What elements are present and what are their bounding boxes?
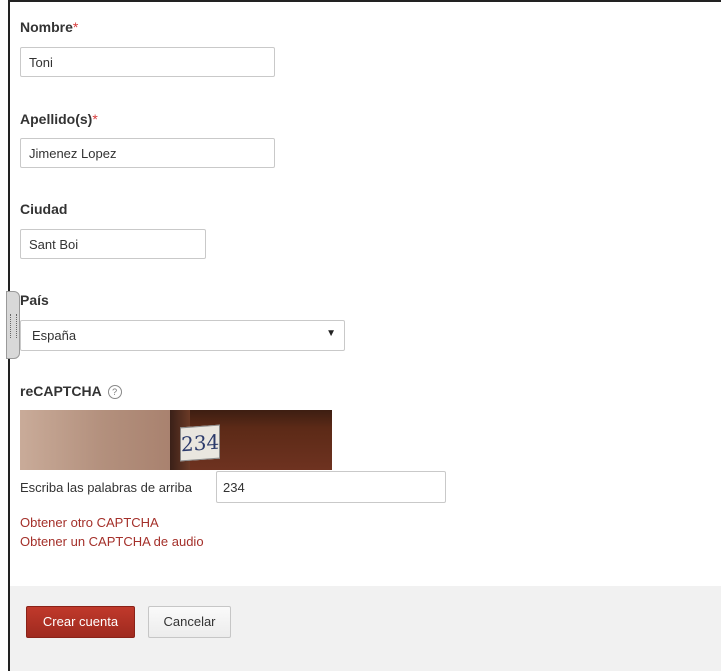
create-account-button[interactable]: Crear cuenta: [26, 606, 135, 638]
side-drag-handle[interactable]: [6, 291, 20, 359]
nombre-input[interactable]: [20, 47, 275, 77]
recaptcha-label: reCAPTCHA?: [20, 383, 122, 399]
captcha-input-label: Escriba las palabras de arriba: [20, 480, 192, 495]
captcha-image: 234: [20, 410, 332, 470]
nombre-label-text: Nombre: [20, 19, 73, 35]
apellidos-label: Apellido(s)*: [20, 111, 98, 127]
nombre-label: Nombre*: [20, 19, 78, 35]
apellidos-input[interactable]: [20, 138, 275, 168]
required-asterisk: *: [92, 111, 98, 127]
grip-icon: [10, 314, 17, 338]
apellidos-label-text: Apellido(s): [20, 111, 93, 127]
get-another-captcha-link[interactable]: Obtener otro CAPTCHA: [20, 515, 159, 530]
question-circle-icon[interactable]: ?: [107, 385, 122, 399]
cancel-button[interactable]: Cancelar: [148, 606, 231, 638]
captcha-input[interactable]: [216, 471, 446, 503]
ciudad-input[interactable]: [20, 229, 206, 259]
pais-label: País: [20, 292, 49, 308]
ciudad-label: Ciudad: [20, 201, 67, 217]
recaptcha-label-text: reCAPTCHA: [20, 383, 102, 399]
captcha-number-plate: 234: [180, 424, 220, 462]
required-asterisk: *: [72, 19, 79, 35]
pais-selected-value: España: [32, 328, 77, 343]
pais-select[interactable]: España ▼: [20, 320, 345, 351]
audio-captcha-link[interactable]: Obtener un CAPTCHA de audio: [20, 534, 204, 549]
dropdown-arrow-icon: ▼: [326, 328, 336, 339]
pais-label-text: País: [20, 292, 49, 308]
ciudad-label-text: Ciudad: [20, 201, 68, 217]
captcha-wall: [20, 410, 170, 470]
